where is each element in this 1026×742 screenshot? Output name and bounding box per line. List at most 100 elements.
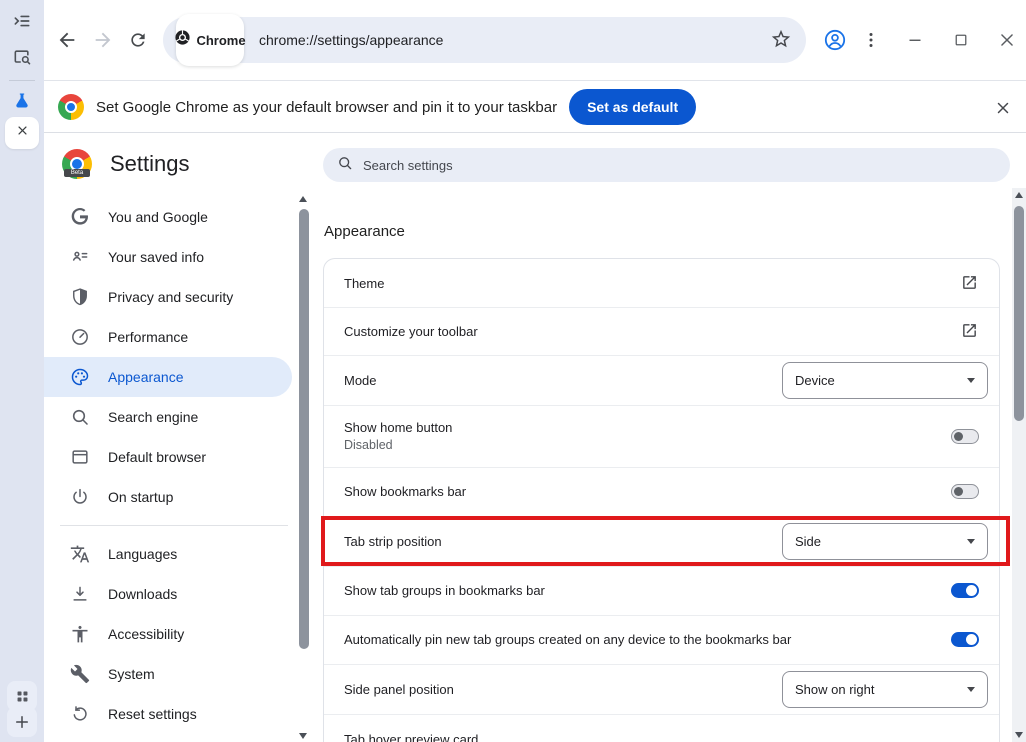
show-home-button-toggle[interactable] [951,429,979,444]
search-settings-input[interactable] [363,158,923,173]
sidebar-item-label: Reset settings [108,706,197,722]
menu-kebab-icon[interactable] [857,26,885,54]
caret-down-icon [967,378,975,383]
sidebar-item-privacy-and-security[interactable]: Privacy and security [44,277,292,317]
dropdown-value: Side [795,534,821,549]
caret-down-icon [967,687,975,692]
settings-sidebar: Beta Settings You and Google Your saved … [44,133,296,742]
open-in-new-icon[interactable] [961,322,979,340]
close-tab-icon[interactable] [15,123,30,143]
url-input[interactable] [259,17,739,63]
default-browser-banner: Set Google Chrome as your default browse… [44,82,1026,133]
sidebar-scrollbar[interactable] [296,193,312,742]
sidebar-divider [60,525,288,526]
mode-dropdown[interactable]: Device [782,362,988,399]
automatically-pin-new-tab-toggle[interactable] [951,632,979,647]
open-in-new-icon[interactable] [961,274,979,292]
setting-label: Show tab groups in bookmarks bar [344,583,545,598]
scrollbar-thumb[interactable] [1014,206,1024,421]
new-tab-plus-icon[interactable] [7,707,37,737]
row-theme[interactable]: Theme [324,259,999,307]
scroll-up-icon[interactable] [1015,192,1023,198]
maximize-icon[interactable] [947,26,975,54]
banner-message: Set Google Chrome as your default browse… [96,99,557,116]
banner-close-icon[interactable] [992,97,1014,119]
wrench-icon [70,664,90,684]
sidebar-item-default-browser[interactable]: Default browser [44,437,292,477]
sidebar-item-search-engine[interactable]: Search engine [44,397,292,437]
sidebar-item-languages[interactable]: Languages [44,534,292,574]
sidebar-item-label: You and Google [108,209,208,225]
toggle-knob [954,487,963,496]
bookmark-star-icon[interactable] [770,28,794,52]
tab-strip-position-dropdown[interactable]: Side [782,523,988,560]
scrollbar-thumb[interactable] [299,209,309,649]
scroll-down-icon[interactable] [299,733,307,739]
toggle-knob [966,634,977,645]
setting-label: Mode [344,373,377,388]
toggle-tab-strip-icon[interactable] [7,6,37,36]
setting-label: Automatically pin new tab groups created… [344,632,791,647]
sidebar-item-on-startup[interactable]: On startup [44,477,292,517]
scroll-down-icon[interactable] [1015,732,1023,738]
caret-down-icon [967,539,975,544]
reload-icon[interactable] [124,26,152,54]
profile-avatar-icon[interactable] [821,26,849,54]
sidebar-item-your-saved-info[interactable]: Your saved info [44,237,292,277]
sidebar-item-label: On startup [108,489,173,505]
google-g-icon [70,207,90,227]
browser-window-icon [70,447,90,467]
chrome-mono-logo-icon [174,29,191,51]
setting-label: Show home button [344,420,452,435]
shield-icon [70,287,90,307]
back-icon[interactable] [53,26,81,54]
download-icon [70,584,90,604]
search-settings-bar[interactable] [323,148,1010,182]
sidebar-header: Beta Settings [62,149,190,179]
sidebar-item-label: Appearance [108,369,184,385]
settings-tab-chip[interactable]: Chrome [176,14,244,66]
sidebar-item-downloads[interactable]: Downloads [44,574,292,614]
show-tab-groups-in-toggle[interactable] [951,583,979,598]
set-as-default-button[interactable]: Set as default [569,89,696,125]
saved-info-icon [70,247,90,267]
settings-content: Appearance Theme Customize your toolbar … [312,133,1012,742]
sidebar-nav: You and Google Your saved info Privacy a… [44,197,296,734]
sidebar-item-accessibility[interactable]: Accessibility [44,614,292,654]
close-window-icon[interactable] [993,26,1021,54]
sidebar-item-label: Languages [108,546,177,562]
content-scrollbar[interactable] [1012,188,1026,742]
dropdown-value: Device [795,373,835,388]
tab-search-icon[interactable] [7,42,37,72]
scroll-up-icon[interactable] [299,196,307,202]
sidebar-item-you-and-google[interactable]: You and Google [44,197,292,237]
setting-label: Show bookmarks bar [344,484,466,499]
sidebar-item-system[interactable]: System [44,654,292,694]
row-tab-strip-position: Tab strip position Side [324,516,999,566]
page-title: Appearance [324,223,405,240]
sidebar-item-label: Accessibility [108,626,184,642]
row-show-home-button: Show home button Disabled [324,405,999,467]
minimize-icon[interactable] [901,26,929,54]
sidebar-item-appearance[interactable]: Appearance [44,357,292,397]
sidebar-item-reset-settings[interactable]: Reset settings [44,694,292,734]
vertical-tab-strip [0,0,44,742]
sidebar-item-label: Downloads [108,586,177,602]
row-customize-your-toolbar[interactable]: Customize your toolbar [324,307,999,355]
experiments-flask-icon[interactable] [7,86,37,116]
sidebar-item-performance[interactable]: Performance [44,317,292,357]
reset-icon [70,704,90,724]
active-tab-chip[interactable] [5,117,39,149]
sidebar-item-label: Privacy and security [108,289,233,305]
tab-strip-divider [9,80,35,81]
setting-label: Tab hover preview card [344,732,478,742]
sidebar-item-label: Search engine [108,409,198,425]
omnibox[interactable]: Chrome [163,17,806,63]
sidebar-item-label: System [108,666,155,682]
setting-sublabel: Disabled [344,438,452,452]
accessibility-icon [70,624,90,644]
show-bookmarks-bar-toggle[interactable] [951,484,979,499]
settings-card: Theme Customize your toolbar Mode Device [323,258,1000,742]
settings-page: Beta Settings You and Google Your saved … [44,133,1026,742]
side-panel-position-dropdown[interactable]: Show on right [782,671,988,708]
